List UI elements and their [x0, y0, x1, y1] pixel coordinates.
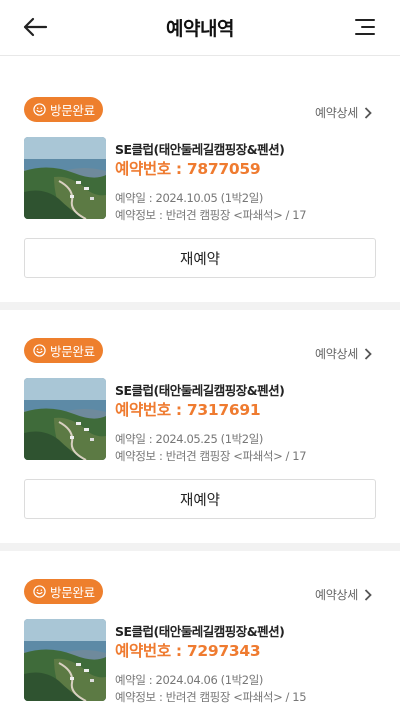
campsite-name: SE클럽(태안둘레길캠핑장&펜션)	[115, 383, 285, 398]
campsite-name: SE클럽(태안둘레길캠핑장&펜션)	[115, 142, 285, 157]
reservation-detail-link[interactable]: 예약상세	[315, 345, 372, 362]
reservation-date: 예약일 : 2024.04.06 (1박2일)	[115, 673, 263, 687]
reservation-detail-link[interactable]: 예약상세	[315, 586, 372, 603]
rebook-button[interactable]: 재예약	[24, 238, 376, 278]
status-badge: 방문완료	[24, 97, 103, 122]
reservation-number: 예약번호 : 7317691	[115, 401, 261, 419]
detail-label: 예약상세	[315, 106, 358, 120]
detail-label: 예약상세	[315, 347, 358, 361]
reservation-info: 예약정보 : 반려견 캠핑장 <파쇄석> / 15	[115, 690, 307, 704]
status-badge: 방문완료	[24, 338, 103, 363]
smile-icon	[33, 103, 46, 116]
badge-label: 방문완료	[50, 103, 95, 118]
smile-icon	[33, 585, 46, 598]
reservation-number: 예약번호 : 7297343	[115, 642, 261, 660]
app-header: 예약내역	[0, 0, 400, 56]
campsite-name: SE클럽(태안둘레길캠핑장&펜션)	[115, 624, 285, 639]
reservation-date: 예약일 : 2024.05.25 (1박2일)	[115, 432, 263, 446]
reservation-number: 예약번호 : 7877059	[115, 160, 261, 178]
badge-label: 방문완료	[50, 344, 95, 359]
rebook-button[interactable]: 재예약	[24, 479, 376, 519]
section-divider	[0, 302, 400, 310]
chevron-right-icon	[364, 588, 372, 601]
campsite-thumbnail[interactable]	[24, 378, 106, 460]
page-title: 예약내역	[166, 18, 234, 40]
reservation-date: 예약일 : 2024.10.05 (1박2일)	[115, 191, 263, 205]
chevron-right-icon	[364, 106, 372, 119]
section-divider	[0, 543, 400, 551]
reservation-info: 예약정보 : 반려견 캠핑장 <파쇄석> / 17	[115, 449, 307, 463]
detail-label: 예약상세	[315, 588, 358, 602]
campsite-thumbnail[interactable]	[24, 137, 106, 219]
chevron-right-icon	[364, 347, 372, 360]
status-badge: 방문완료	[24, 579, 103, 604]
campsite-photo-image	[24, 619, 106, 701]
campsite-thumbnail[interactable]	[24, 619, 106, 701]
campsite-photo-image	[24, 137, 106, 219]
campsite-photo-image	[24, 378, 106, 460]
reservation-detail-link[interactable]: 예약상세	[315, 104, 372, 121]
reservation-info: 예약정보 : 반려견 캠핑장 <파쇄석> / 17	[115, 208, 307, 222]
badge-label: 방문완료	[50, 585, 95, 600]
menu-icon[interactable]	[354, 16, 376, 38]
smile-icon	[33, 344, 46, 357]
